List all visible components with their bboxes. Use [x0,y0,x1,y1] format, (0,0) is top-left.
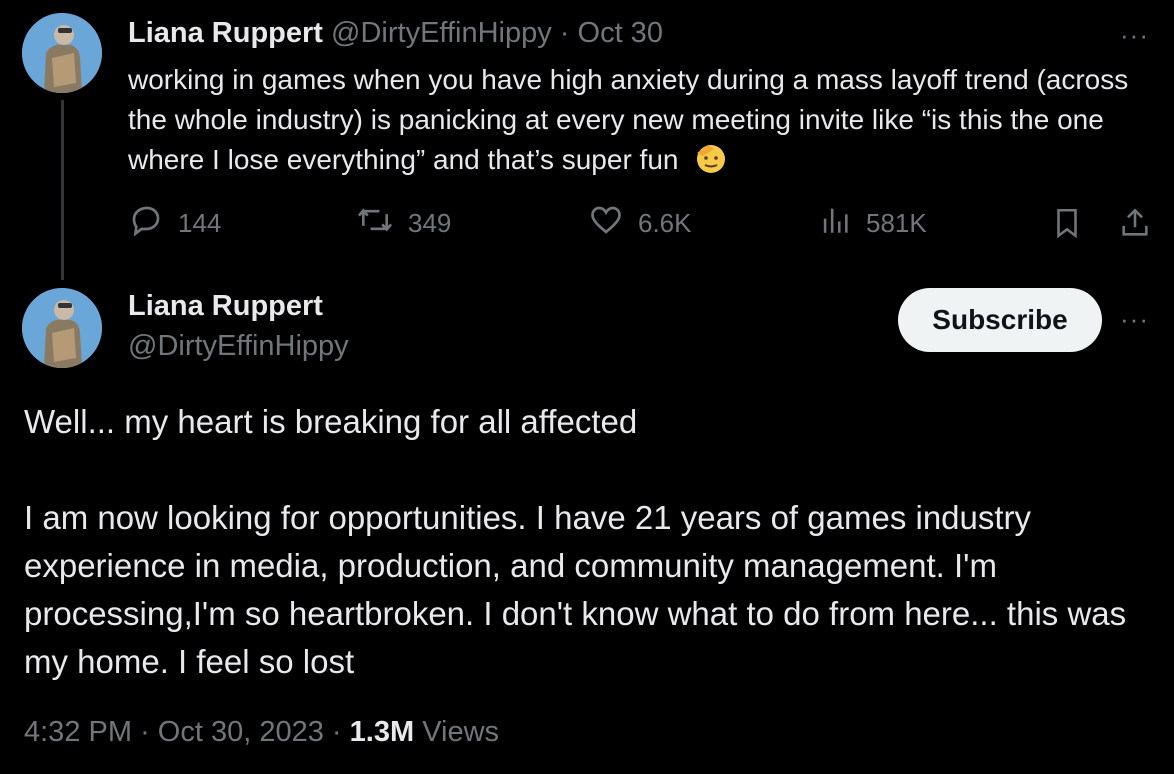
tweet-date[interactable]: Oct 30 [578,17,663,49]
bookmark-icon[interactable] [1050,205,1084,246]
avatar[interactable] [22,288,102,368]
reply-icon [128,202,178,245]
tweet-metadata: 4:32 PM · Oct 30, 2023 · 1.3M Views [24,716,499,749]
tweet-time[interactable]: 4:32 PM [24,716,132,748]
more-options-icon[interactable]: ··· [1120,306,1149,332]
author-handle[interactable]: @DirtyEffinHippy [128,330,349,363]
share-icon[interactable] [1118,205,1152,246]
tweet-paragraph: I am now looking for opportunities. I ha… [24,499,1127,680]
tweet-paragraph: Well... my heart is breaking for all aff… [24,403,638,440]
view-count: 581K [866,207,927,238]
date-separator: · [559,17,570,49]
author-name[interactable]: Liana Ruppert [128,290,323,323]
author-handle[interactable]: @DirtyEffinHippy [331,17,552,49]
reply-button[interactable]: 144 [128,205,221,241]
saluting-face-icon [694,141,728,186]
tweet-text: working in games when you have high anxi… [128,64,1129,175]
reply-tweet-header: Liana Ruppert @DirtyEffinHippy · Oct 30 [128,17,663,50]
views-button[interactable]: 581K [818,205,927,241]
heart-icon [588,202,638,245]
like-button[interactable]: 6.6K [588,205,692,241]
subscribe-button[interactable]: Subscribe [898,288,1102,352]
views-label: Views [422,716,500,748]
repost-icon [356,202,408,245]
author-name[interactable]: Liana Ruppert [128,17,323,49]
thread-connector-line [61,100,64,280]
avatar[interactable] [22,13,102,93]
separator: · [331,716,342,748]
analytics-icon [818,202,866,245]
repost-count: 349 [408,207,452,238]
reply-count: 144 [178,207,222,238]
repost-button[interactable]: 349 [356,205,451,241]
views-count: 1.3M [349,716,415,748]
tweet-full-date[interactable]: Oct 30, 2023 [158,716,324,748]
paragraph-spacer [24,446,1154,494]
more-options-icon[interactable]: ··· [1120,22,1149,48]
like-count: 6.6K [638,207,692,238]
reply-tweet-text: working in games when you have high anxi… [128,60,1138,186]
main-tweet-text: Well... my heart is breaking for all aff… [24,398,1154,686]
separator: · [140,716,150,748]
